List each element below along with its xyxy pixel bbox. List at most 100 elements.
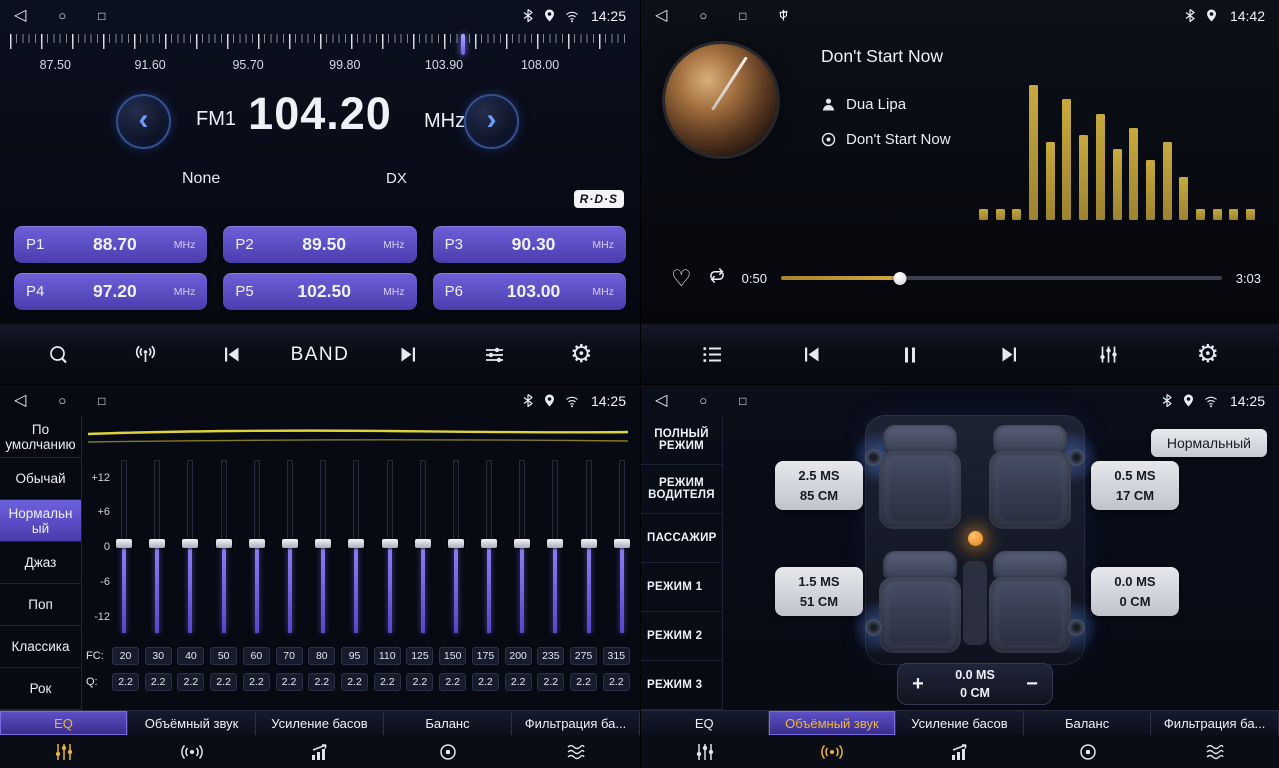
delay-rear-right[interactable]: 0.0 MS 0 CM xyxy=(1091,567,1179,616)
sound-mode-item[interactable]: РЕЖИМ 1 xyxy=(641,563,722,612)
progress-bar[interactable] xyxy=(781,276,1222,280)
eq-band-slider[interactable] xyxy=(382,461,398,633)
preset-button[interactable]: P4 97.20 MHz xyxy=(14,273,207,310)
broadcast-button[interactable] xyxy=(117,334,173,376)
delay-increase-button[interactable]: + xyxy=(898,673,938,696)
listening-position-dot[interactable] xyxy=(968,531,983,546)
preset-button[interactable]: P3 90.30 MHz xyxy=(433,226,626,263)
eq-band-slider[interactable] xyxy=(415,461,431,633)
delay-front-left[interactable]: 2.5 MS 85 CM xyxy=(775,461,863,510)
eq-band-slider[interactable] xyxy=(116,461,132,633)
bass-boost-icon[interactable] xyxy=(896,743,1024,761)
sound-mode-item[interactable]: ПАССАЖИР xyxy=(641,514,722,563)
home-icon[interactable]: ○ xyxy=(699,9,707,22)
eq-band-slider[interactable] xyxy=(182,461,198,633)
delay-decrease-button[interactable]: − xyxy=(1012,673,1052,696)
eq-preset-item[interactable]: Нормальный xyxy=(0,500,81,542)
eq-band-slider[interactable] xyxy=(547,461,563,633)
delay-front-right[interactable]: 0.5 MS 17 CM xyxy=(1091,461,1179,510)
back-icon[interactable]: ◁ xyxy=(14,393,26,409)
frequency-scale[interactable] xyxy=(10,34,630,56)
back-icon[interactable]: ◁ xyxy=(14,8,26,24)
balance-icon[interactable] xyxy=(384,743,512,761)
home-icon[interactable]: ○ xyxy=(58,394,66,407)
recents-icon[interactable]: □ xyxy=(739,395,746,407)
slider-handle[interactable] xyxy=(216,539,232,548)
eq-preset-item[interactable]: По умолчанию xyxy=(0,416,81,458)
back-icon[interactable]: ◁ xyxy=(655,8,667,24)
scan-button[interactable] xyxy=(31,334,87,376)
eq-preset-item[interactable]: Джаз xyxy=(0,542,81,584)
frequency-pointer[interactable] xyxy=(461,34,465,55)
eq-band-slider[interactable] xyxy=(149,461,165,633)
sound-mode-item[interactable]: РЕЖИМ 2 xyxy=(641,612,722,661)
prev-station-button[interactable] xyxy=(204,334,260,376)
audio-tab[interactable]: Фильтрация ба... xyxy=(1151,711,1279,735)
surround-speaker-icon[interactable] xyxy=(128,743,256,761)
eq-sliders-icon[interactable] xyxy=(641,743,769,761)
settings-button[interactable]: ⚙ xyxy=(1180,334,1236,376)
bass-boost-icon[interactable] xyxy=(256,743,384,761)
delay-rear-left[interactable]: 1.5 MS 51 CM xyxy=(775,567,863,616)
settings-button[interactable]: ⚙ xyxy=(553,334,609,376)
eq-sliders-icon[interactable] xyxy=(0,743,128,761)
audio-tab[interactable]: Баланс xyxy=(384,711,512,735)
eq-band-slider[interactable] xyxy=(481,461,497,633)
audio-tab[interactable]: Усиление басов xyxy=(896,711,1024,735)
tune-down-button[interactable]: ‹ xyxy=(116,94,171,149)
eq-band-slider[interactable] xyxy=(348,461,364,633)
audio-tab[interactable]: Усиление басов xyxy=(256,711,384,735)
eq-band-slider[interactable] xyxy=(282,461,298,633)
slider-handle[interactable] xyxy=(547,539,563,548)
slider-handle[interactable] xyxy=(116,539,132,548)
home-icon[interactable]: ○ xyxy=(58,9,66,22)
audio-tab[interactable]: EQ xyxy=(0,711,128,735)
filter-icon[interactable] xyxy=(1151,743,1279,761)
progress-thumb[interactable] xyxy=(893,272,906,285)
preset-button[interactable]: P5 102.50 MHz xyxy=(223,273,416,310)
eq-band-slider[interactable] xyxy=(315,461,331,633)
playlist-button[interactable] xyxy=(684,334,740,376)
slider-handle[interactable] xyxy=(614,539,630,548)
eq-preset-item[interactable]: Рок xyxy=(0,668,81,710)
preset-button[interactable]: P6 103.00 MHz xyxy=(433,273,626,310)
filter-icon[interactable] xyxy=(512,743,640,761)
audio-tab[interactable]: Объёмный звук xyxy=(128,711,256,735)
preset-button[interactable]: P2 89.50 MHz xyxy=(223,226,416,263)
slider-handle[interactable] xyxy=(282,539,298,548)
audio-tab[interactable]: Фильтрация ба... xyxy=(512,711,640,735)
eq-band-slider[interactable] xyxy=(581,461,597,633)
eq-band-slider[interactable] xyxy=(448,461,464,633)
eq-preset-item[interactable]: Поп xyxy=(0,584,81,626)
surround-speaker-icon[interactable] xyxy=(769,743,897,761)
audio-settings-button[interactable] xyxy=(467,334,523,376)
slider-handle[interactable] xyxy=(315,539,331,548)
slider-handle[interactable] xyxy=(182,539,198,548)
slider-handle[interactable] xyxy=(448,539,464,548)
pause-button[interactable] xyxy=(882,334,938,376)
audio-tab[interactable]: Баланс xyxy=(1024,711,1152,735)
slider-handle[interactable] xyxy=(514,539,530,548)
eq-preset-item[interactable]: Классика xyxy=(0,626,81,668)
slider-handle[interactable] xyxy=(415,539,431,548)
sound-mode-item[interactable]: РЕЖИМ ВОДИТЕЛЯ xyxy=(641,465,722,514)
slider-handle[interactable] xyxy=(348,539,364,548)
slider-handle[interactable] xyxy=(382,539,398,548)
eq-preset-item[interactable]: Обычай xyxy=(0,458,81,500)
repeat-button[interactable] xyxy=(706,266,728,290)
back-icon[interactable]: ◁ xyxy=(655,393,667,409)
equalizer-button[interactable] xyxy=(1081,334,1137,376)
slider-handle[interactable] xyxy=(481,539,497,548)
favorite-button[interactable]: ♡ xyxy=(671,267,692,290)
recents-icon[interactable]: □ xyxy=(98,10,105,22)
band-button[interactable]: BAND xyxy=(291,334,350,376)
sound-mode-item[interactable]: РЕЖИМ 3 xyxy=(641,661,722,710)
next-track-button[interactable] xyxy=(982,334,1038,376)
eq-band-slider[interactable] xyxy=(249,461,265,633)
sound-mode-item[interactable]: ПОЛНЫЙ РЕЖИМ xyxy=(641,416,722,465)
recents-icon[interactable]: □ xyxy=(98,395,105,407)
slider-handle[interactable] xyxy=(249,539,265,548)
eq-band-slider[interactable] xyxy=(514,461,530,633)
eq-band-slider[interactable] xyxy=(614,461,630,633)
home-icon[interactable]: ○ xyxy=(699,394,707,407)
